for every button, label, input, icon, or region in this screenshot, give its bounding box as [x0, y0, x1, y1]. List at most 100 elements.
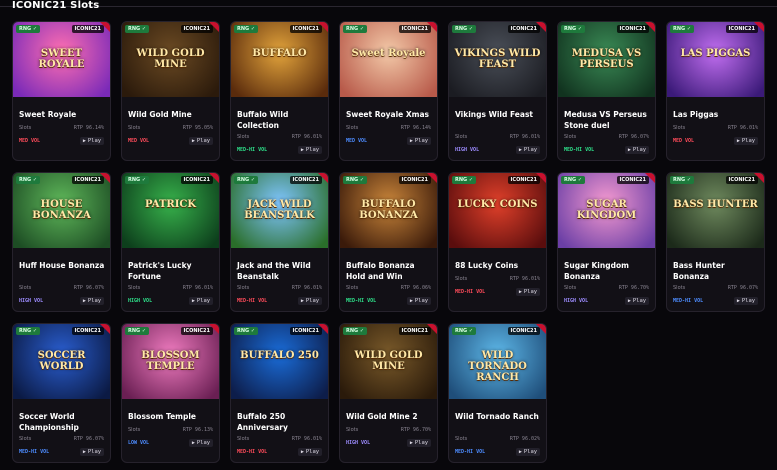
play-button[interactable]: ▶ Play: [625, 297, 649, 305]
play-button[interactable]: ▶ Play: [407, 297, 431, 305]
game-logo: LAS PIGGAS: [680, 48, 751, 59]
rng-badge: RNG ✓: [343, 327, 368, 335]
volatility-label: MED-HI VOL: [346, 298, 377, 304]
game-thumbnail[interactable]: SUGAR KINGDOM RNG ✓ ICONIC21: [558, 173, 655, 248]
game-card[interactable]: BUFFALO BONANZA RNG ✓ ICONIC21 Buffalo Bona…: [339, 172, 438, 312]
rtp-value: RTP 96.01%: [509, 134, 540, 140]
game-card[interactable]: LAS PIGGAS RNG ✓ ICONIC21 Las Piggas Slots RT…: [666, 21, 765, 161]
game-thumbnail[interactable]: MEDUSA VS PERSEUS RNG ✓ ICONIC21: [558, 22, 655, 97]
play-button[interactable]: ▶ Play: [80, 448, 104, 456]
rng-badge: RNG ✓: [343, 176, 368, 184]
volatility-label: HIGH VOL: [455, 147, 480, 153]
game-logo: SUGAR KINGDOM: [576, 199, 637, 221]
play-button[interactable]: ▶ Play: [189, 137, 213, 145]
rng-badge: RNG ✓: [561, 25, 586, 33]
game-card[interactable]: SWEET ROYALE RNG ✓ ICONIC21 Sweet Royale Slo…: [12, 21, 111, 161]
game-logo: BUFFALO BONANZA: [359, 199, 418, 221]
volatility-label: MED-HI VOL: [237, 298, 268, 304]
game-card[interactable]: JACK WILD BEANSTALK RNG ✓ ICONIC21 Jack and…: [230, 172, 329, 312]
game-card[interactable]: MEDUSA VS PERSEUS RNG ✓ ICONIC21 Medusa VS …: [557, 21, 656, 161]
game-logo: PATRICK: [144, 199, 197, 210]
game-logo: BLOSSOM TEMPLE: [141, 350, 200, 372]
provider-badge: ICONIC21: [71, 327, 104, 335]
rtp-value: RTP 95.05%: [182, 125, 213, 131]
play-button[interactable]: ▶ Play: [298, 297, 322, 305]
rng-badge: RNG ✓: [561, 176, 586, 184]
game-category: Slots: [564, 285, 577, 291]
game-thumbnail[interactable]: SOCCER WORLD RNG ✓ ICONIC21: [13, 324, 110, 399]
game-title: Wild Tornado Ranch: [455, 412, 539, 421]
game-thumbnail[interactable]: Sweet Royale RNG ✓ ICONIC21: [340, 22, 437, 97]
game-card[interactable]: VIKINGS WILD FEAST RNG ✓ ICONIC21 Vikings W…: [448, 21, 547, 161]
rtp-value: RTP 96.07%: [727, 285, 758, 291]
play-button[interactable]: ▶ Play: [189, 297, 213, 305]
volatility-label: HIGH VOL: [128, 298, 153, 304]
game-thumbnail[interactable]: PATRICK RNG ✓ ICONIC21: [122, 173, 219, 248]
game-card[interactable]: SUGAR KINGDOM RNG ✓ ICONIC21 Sugar Kingdom …: [557, 172, 656, 312]
game-thumbnail[interactable]: LAS PIGGAS RNG ✓ ICONIC21: [667, 22, 764, 97]
play-button[interactable]: ▶ Play: [80, 297, 104, 305]
game-thumbnail[interactable]: BASS HUNTER RNG ✓ ICONIC21: [667, 173, 764, 248]
game-card[interactable]: Sweet Royale RNG ✓ ICONIC21 Sweet Royale Xm…: [339, 21, 438, 161]
play-button[interactable]: ▶ Play: [80, 137, 104, 145]
game-thumbnail[interactable]: BUFFALO 250 RNG ✓ ICONIC21: [231, 324, 328, 399]
game-card[interactable]: BUFFALO 250 RNG ✓ ICONIC21 Buffalo 250 Anni…: [230, 323, 329, 463]
game-title: Sweet Royale: [19, 110, 77, 119]
game-thumbnail[interactable]: VIKINGS WILD FEAST RNG ✓ ICONIC21: [449, 22, 546, 97]
game-card[interactable]: SOCCER WORLD RNG ✓ ICONIC21 Soccer World Ch…: [12, 323, 111, 463]
volatility-label: MED-HI VOL: [455, 449, 486, 455]
game-logo: BUFFALO 250: [240, 350, 319, 361]
game-title: Sugar Kingdom Bonanza: [564, 261, 629, 281]
rtp-value: RTP 96.01%: [727, 125, 758, 131]
game-thumbnail[interactable]: JACK WILD BEANSTALK RNG ✓ ICONIC21: [231, 173, 328, 248]
game-thumbnail[interactable]: BUFFALO BONANZA RNG ✓ ICONIC21: [340, 173, 437, 248]
rtp-value: RTP 96.01%: [509, 276, 540, 282]
game-thumbnail[interactable]: BLOSSOM TEMPLE RNG ✓ ICONIC21: [122, 324, 219, 399]
game-card[interactable]: WILD GOLD MINE RNG ✓ ICONIC21 Wild Gold Min…: [339, 323, 438, 463]
game-card[interactable]: WILD TORNADO RANCH RNG ✓ ICONIC21 Wild Torn…: [448, 323, 547, 463]
play-label: Play: [414, 440, 429, 446]
rng-badge: RNG ✓: [16, 176, 41, 184]
game-category: Slots: [128, 427, 141, 433]
play-button[interactable]: ▶ Play: [625, 146, 649, 154]
play-button[interactable]: ▶ Play: [516, 146, 540, 154]
game-category: Slots: [237, 134, 250, 140]
volatility-label: MED VOL: [19, 138, 41, 144]
play-label: Play: [741, 138, 756, 144]
play-label: Play: [741, 298, 756, 304]
game-card[interactable]: PATRICK RNG ✓ ICONIC21 Patrick's Lucky Fort…: [121, 172, 220, 312]
rtp-value: RTP 96.06%: [400, 285, 431, 291]
play-button[interactable]: ▶ Play: [516, 448, 540, 456]
play-button[interactable]: ▶ Play: [407, 439, 431, 447]
game-thumbnail[interactable]: LUCKY COINS RNG ✓ ICONIC21: [449, 173, 546, 248]
game-card[interactable]: BUFFALO RNG ✓ ICONIC21 Buffalo Wild Collect…: [230, 21, 329, 161]
play-icon: ▶: [300, 298, 304, 304]
play-button[interactable]: ▶ Play: [189, 439, 213, 447]
play-button[interactable]: ▶ Play: [298, 448, 322, 456]
game-card[interactable]: LUCKY COINS RNG ✓ ICONIC21 88 Lucky Coins Sl…: [448, 172, 547, 312]
game-card[interactable]: BASS HUNTER RNG ✓ ICONIC21 Bass Hunter Bona…: [666, 172, 765, 312]
play-button[interactable]: ▶ Play: [734, 137, 758, 145]
play-icon: ▶: [409, 298, 413, 304]
play-button[interactable]: ▶ Play: [407, 137, 431, 145]
game-thumbnail[interactable]: WILD GOLD MINE RNG ✓ ICONIC21: [340, 324, 437, 399]
game-thumbnail[interactable]: WILD GOLD MINE RNG ✓ ICONIC21: [122, 22, 219, 97]
play-button[interactable]: ▶ Play: [516, 288, 540, 296]
game-logo: Sweet Royale: [351, 48, 426, 59]
volatility-label: LOW VOL: [128, 440, 150, 446]
game-thumbnail[interactable]: WILD TORNADO RANCH RNG ✓ ICONIC21: [449, 324, 546, 399]
play-button[interactable]: ▶ Play: [298, 146, 322, 154]
play-label: Play: [305, 147, 320, 153]
game-thumbnail[interactable]: BUFFALO RNG ✓ ICONIC21: [231, 22, 328, 97]
play-button[interactable]: ▶ Play: [734, 297, 758, 305]
rtp-value: RTP 96.70%: [618, 285, 649, 291]
game-thumbnail[interactable]: HOUSE BONANZA RNG ✓ ICONIC21: [13, 173, 110, 248]
game-card[interactable]: HOUSE BONANZA RNG ✓ ICONIC21 Huff House Bon…: [12, 172, 111, 312]
game-card[interactable]: BLOSSOM TEMPLE RNG ✓ ICONIC21 Blossom Templ…: [121, 323, 220, 463]
rng-badge: RNG ✓: [452, 327, 477, 335]
game-logo: WILD GOLD MINE: [136, 48, 205, 70]
game-card[interactable]: WILD GOLD MINE RNG ✓ ICONIC21 Wild Gold Min…: [121, 21, 220, 161]
play-label: Play: [632, 298, 647, 304]
game-thumbnail[interactable]: SWEET ROYALE RNG ✓ ICONIC21: [13, 22, 110, 97]
game-title: Bass Hunter Bonanza: [673, 261, 725, 281]
